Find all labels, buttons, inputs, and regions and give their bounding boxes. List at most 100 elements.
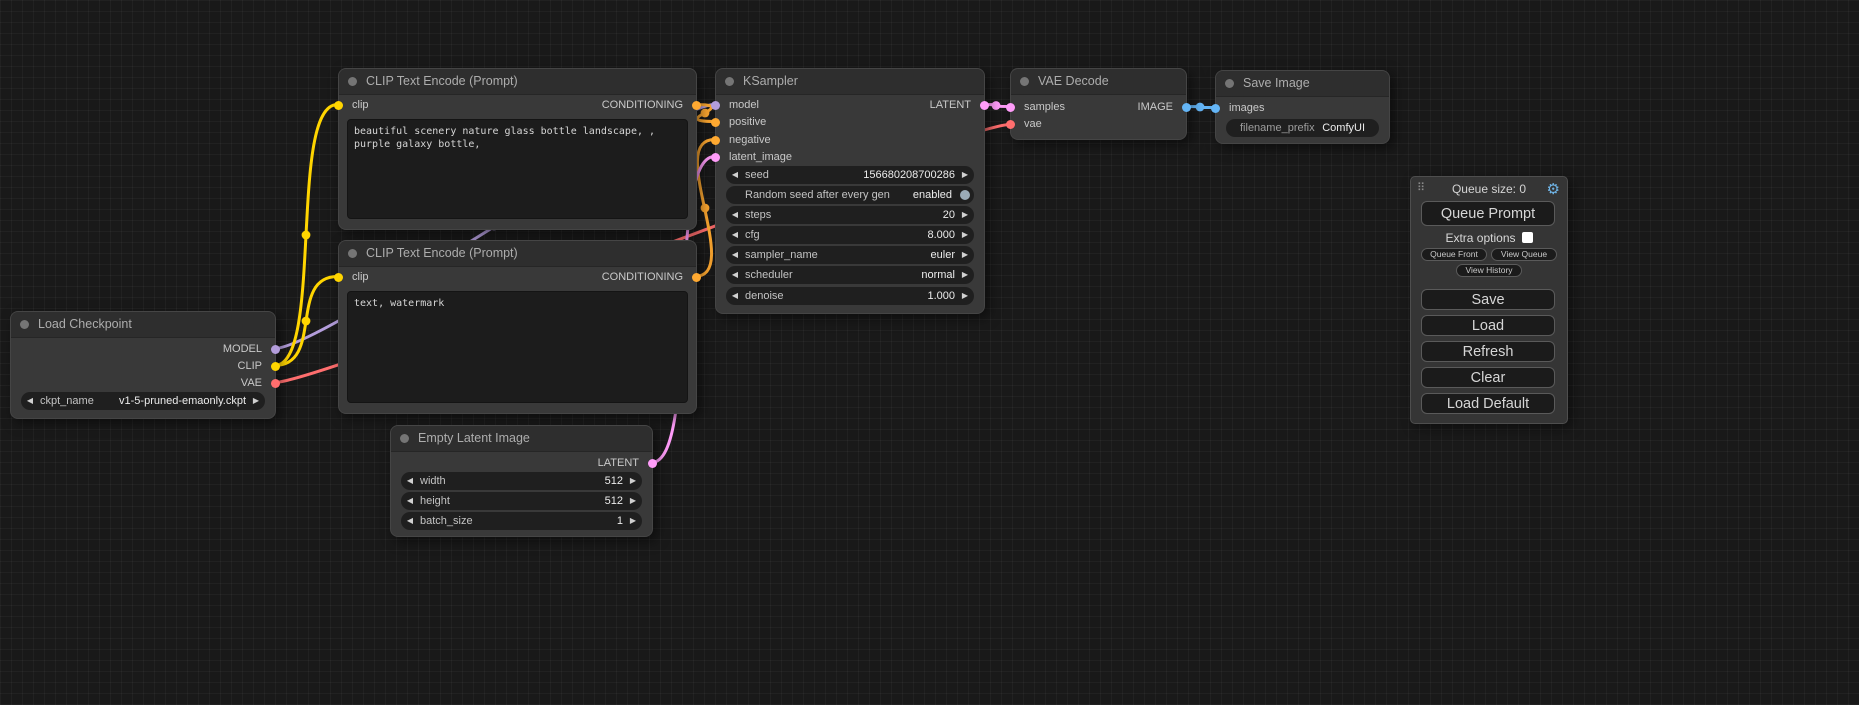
collapse-dot-icon[interactable]	[1020, 77, 1029, 86]
output-port-vae[interactable]	[271, 379, 280, 388]
decrement-icon[interactable]: ◀	[727, 166, 743, 184]
output-port-latent[interactable]	[980, 101, 989, 110]
increment-icon[interactable]: ▶	[625, 492, 641, 510]
increment-icon[interactable]: ▶	[957, 266, 973, 284]
output-port-model[interactable]	[271, 345, 280, 354]
denoise-widget[interactable]: ◀ denoise 1.000 ▶	[726, 287, 974, 305]
output-port-image[interactable]	[1182, 103, 1191, 112]
node-ksampler[interactable]: KSampler model positive negative latent_…	[715, 68, 985, 314]
decrement-icon[interactable]: ◀	[402, 472, 418, 490]
collapse-dot-icon[interactable]	[348, 249, 357, 258]
decrement-icon[interactable]: ◀	[727, 226, 743, 244]
negative-prompt-text[interactable]: text, watermark	[347, 291, 688, 403]
increment-icon[interactable]: ▶	[957, 166, 973, 184]
node-title: Save Image	[1243, 76, 1310, 90]
widget-label: width	[420, 472, 446, 490]
queue-prompt-button[interactable]: Queue Prompt	[1421, 201, 1555, 226]
batch-size-widget[interactable]: ◀ batch_size 1 ▶	[401, 512, 642, 530]
node-title: VAE Decode	[1038, 74, 1109, 88]
node-save-image[interactable]: Save Image images filename_prefix ComfyU…	[1215, 70, 1390, 144]
decrement-icon[interactable]: ◀	[727, 266, 743, 284]
node-title-bar[interactable]: Empty Latent Image	[391, 426, 652, 452]
load-button[interactable]: Load	[1421, 315, 1555, 336]
decrement-icon[interactable]: ◀	[727, 287, 743, 305]
input-port-latent-image[interactable]	[711, 153, 720, 162]
cfg-widget[interactable]: ◀ cfg 8.000 ▶	[726, 226, 974, 244]
wire-midpoint-dot	[701, 109, 710, 118]
toggle-dot-icon[interactable]	[960, 190, 970, 200]
input-port-samples[interactable]	[1006, 103, 1015, 112]
output-port-conditioning[interactable]	[692, 101, 701, 110]
increment-icon[interactable]: ▶	[957, 226, 973, 244]
widget-value: 8.000	[927, 226, 955, 244]
input-label-latent-image: latent_image	[729, 150, 792, 165]
wire-midpoint-dot	[302, 231, 311, 240]
increment-icon[interactable]: ▶	[957, 287, 973, 305]
view-queue-button[interactable]: View Queue	[1491, 248, 1557, 261]
decrement-icon[interactable]: ◀	[727, 246, 743, 264]
input-port-images[interactable]	[1211, 104, 1220, 113]
collapse-dot-icon[interactable]	[400, 434, 409, 443]
node-title-bar[interactable]: KSampler	[716, 69, 984, 95]
decrement-icon[interactable]: ◀	[727, 206, 743, 224]
node-clip-text-encode-negative[interactable]: CLIP Text Encode (Prompt) clip CONDITION…	[338, 240, 697, 414]
node-load-checkpoint[interactable]: Load Checkpoint MODEL CLIP VAE ◀ ckpt_na…	[10, 311, 276, 419]
extra-options-checkbox[interactable]	[1522, 232, 1533, 243]
settings-gear-icon[interactable]: ⚙	[1547, 180, 1560, 198]
input-port-negative[interactable]	[711, 136, 720, 145]
widget-value: 512	[605, 492, 623, 510]
filename-prefix-widget[interactable]: filename_prefix ComfyUI	[1226, 119, 1379, 137]
collapse-dot-icon[interactable]	[1225, 79, 1234, 88]
widget-label: cfg	[745, 226, 760, 244]
node-title-bar[interactable]: CLIP Text Encode (Prompt)	[339, 69, 696, 95]
queue-front-button[interactable]: Queue Front	[1421, 248, 1487, 261]
widget-value: normal	[921, 266, 955, 284]
input-port-clip[interactable]	[334, 273, 343, 282]
width-widget[interactable]: ◀ width 512 ▶	[401, 472, 642, 490]
positive-prompt-text[interactable]: beautiful scenery nature glass bottle la…	[347, 119, 688, 219]
node-title-bar[interactable]: CLIP Text Encode (Prompt)	[339, 241, 696, 267]
clear-button[interactable]: Clear	[1421, 367, 1555, 388]
graph-canvas[interactable]: Load Checkpoint MODEL CLIP VAE ◀ ckpt_na…	[0, 0, 1859, 705]
collapse-dot-icon[interactable]	[20, 320, 29, 329]
height-widget[interactable]: ◀ height 512 ▶	[401, 492, 642, 510]
increment-icon[interactable]: ▶	[957, 206, 973, 224]
sampler-name-widget[interactable]: ◀ sampler_name euler ▶	[726, 246, 974, 264]
node-title-bar[interactable]: VAE Decode	[1011, 69, 1186, 95]
refresh-button[interactable]: Refresh	[1421, 341, 1555, 362]
increment-icon[interactable]: ▶	[625, 512, 641, 530]
input-port-positive[interactable]	[711, 118, 720, 127]
node-title-bar[interactable]: Save Image	[1216, 71, 1389, 97]
decrement-icon[interactable]: ◀	[402, 492, 418, 510]
output-port-latent[interactable]	[648, 459, 657, 468]
save-button[interactable]: Save	[1421, 289, 1555, 310]
increment-icon[interactable]: ▶	[248, 392, 264, 410]
output-port-conditioning[interactable]	[692, 273, 701, 282]
node-title-bar[interactable]: Load Checkpoint	[11, 312, 275, 338]
seed-widget[interactable]: ◀ seed 156680208700286 ▶	[726, 166, 974, 184]
scheduler-widget[interactable]: ◀ scheduler normal ▶	[726, 266, 974, 284]
collapse-dot-icon[interactable]	[348, 77, 357, 86]
decrement-icon[interactable]: ◀	[402, 512, 418, 530]
decrement-icon[interactable]: ◀	[22, 392, 38, 410]
node-empty-latent-image[interactable]: Empty Latent Image LATENT ◀ width 512 ▶ …	[390, 425, 653, 537]
input-port-clip[interactable]	[334, 101, 343, 110]
widget-label: steps	[745, 206, 771, 224]
ckpt-name-widget[interactable]: ◀ ckpt_name v1-5-pruned-emaonly.ckpt ▶	[21, 392, 265, 410]
increment-icon[interactable]: ▶	[957, 246, 973, 264]
input-port-model[interactable]	[711, 101, 720, 110]
view-history-button[interactable]: View History	[1456, 264, 1522, 277]
collapse-dot-icon[interactable]	[725, 77, 734, 86]
input-port-vae[interactable]	[1006, 120, 1015, 129]
input-label-negative: negative	[729, 133, 771, 148]
output-port-clip[interactable]	[271, 362, 280, 371]
node-clip-text-encode-positive[interactable]: CLIP Text Encode (Prompt) clip CONDITION…	[338, 68, 697, 230]
widget-value: euler	[931, 246, 955, 264]
increment-icon[interactable]: ▶	[625, 472, 641, 490]
node-vae-decode[interactable]: VAE Decode samples vae IMAGE	[1010, 68, 1187, 140]
steps-widget[interactable]: ◀ steps 20 ▶	[726, 206, 974, 224]
random-seed-widget[interactable]: Random seed after every gen enabled	[726, 186, 974, 204]
widget-label: scheduler	[745, 266, 793, 284]
queue-panel: ⠿ Queue size: 0 ⚙ Queue Prompt Extra opt…	[1410, 176, 1568, 424]
load-default-button[interactable]: Load Default	[1421, 393, 1555, 414]
